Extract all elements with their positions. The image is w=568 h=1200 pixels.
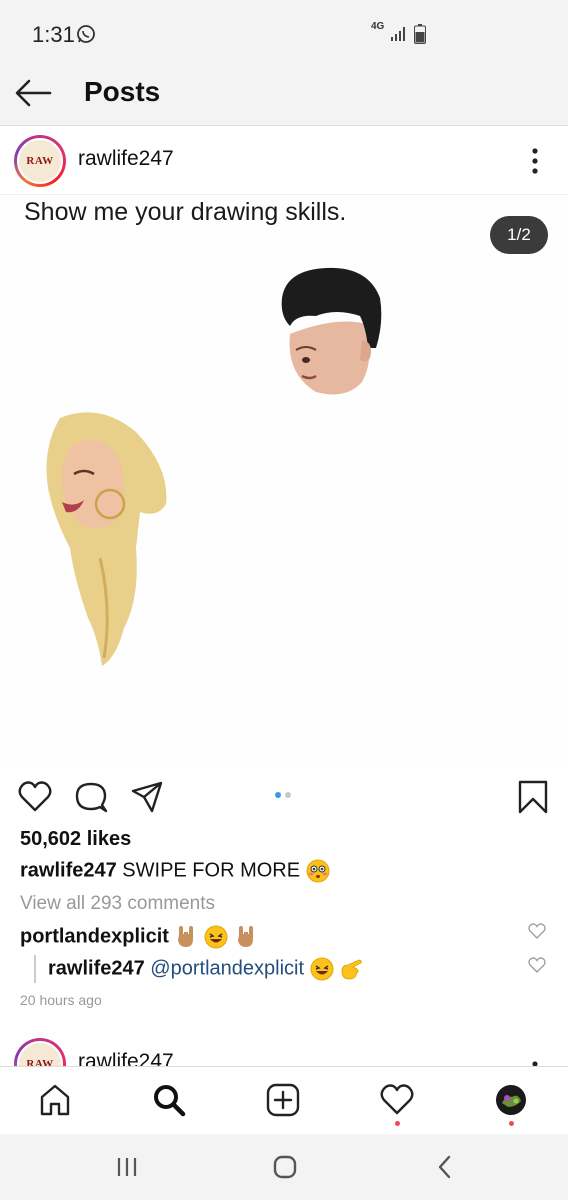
comment-icon[interactable]	[74, 780, 108, 814]
post-timestamp: 20 hours ago	[20, 992, 102, 1008]
back-button-icon[interactable]	[432, 1154, 458, 1180]
reply-thread-line	[34, 955, 36, 983]
activity-notification-dot	[395, 1121, 400, 1126]
pointing-hand-emoji	[341, 959, 362, 980]
add-post-icon[interactable]	[266, 1083, 300, 1117]
arrow-left-icon[interactable]	[14, 78, 52, 108]
next-post-avatar[interactable]: RAW	[14, 1038, 66, 1066]
like-heart-icon[interactable]	[18, 780, 52, 814]
image-caption: Show me your drawing skills.	[24, 198, 347, 226]
next-more-options-icon[interactable]	[526, 1050, 544, 1066]
post-image[interactable]: Show me your drawing skills. 1/2	[0, 196, 568, 762]
battery-icon	[414, 24, 426, 44]
network-type: 4G	[371, 21, 385, 32]
next-post-header: RAW rawlife247	[0, 1036, 568, 1066]
recent-apps-icon[interactable]	[114, 1154, 140, 1180]
comment-username[interactable]: portlandexplicit	[20, 925, 169, 947]
carousel-dots	[275, 792, 291, 798]
system-nav	[0, 1134, 568, 1200]
page-indicator-badge: 1/2	[490, 216, 548, 254]
avatar-logo: RAW	[17, 138, 63, 184]
screen: 1:31 4G Posts RAW rawlife247 Show me you…	[0, 0, 568, 1200]
status-bar: 1:31 4G	[0, 0, 568, 64]
share-icon[interactable]	[130, 780, 164, 814]
reply-username[interactable]: rawlife247	[48, 957, 145, 979]
rock-hand-emoji-2	[237, 926, 253, 947]
reply-like-heart-icon[interactable]	[528, 956, 546, 974]
page-title: Posts	[84, 76, 161, 107]
carousel-dot	[285, 792, 291, 798]
comment-item: portlandexplicit	[20, 925, 258, 949]
reply-mention[interactable]: @portlandexplicit	[150, 957, 304, 979]
signal-icon	[391, 27, 405, 41]
rock-hand-emoji	[178, 926, 194, 947]
post-caption: rawlife247 SWIPE FOR MORE	[20, 859, 330, 883]
man-head-figure	[281, 267, 382, 395]
woman-figure	[46, 412, 167, 666]
grinning-sweat-emoji-2	[310, 957, 334, 981]
next-avatar-logo: RAW	[17, 1041, 63, 1066]
bottom-nav	[0, 1066, 568, 1134]
caption-username[interactable]: rawlife247	[20, 859, 117, 881]
avatar[interactable]: RAW	[14, 135, 66, 187]
reply-comment-item: rawlife247 @portlandexplicit	[48, 957, 363, 981]
comment-like-heart-icon[interactable]	[528, 922, 546, 940]
post-username[interactable]: rawlife247	[78, 147, 174, 171]
top-bar: Posts	[0, 64, 568, 126]
more-options-icon[interactable]	[526, 143, 544, 179]
carousel-dot-active	[275, 792, 281, 798]
caption-text: SWIPE FOR MORE	[122, 859, 301, 882]
profile-notification-dot	[509, 1121, 514, 1126]
home-icon[interactable]	[38, 1083, 72, 1117]
post-header: RAW rawlife247	[0, 127, 568, 195]
likes-count[interactable]: 50,602 likes	[20, 828, 131, 851]
whatsapp-icon	[77, 25, 95, 43]
status-time: 1:31	[32, 22, 75, 47]
next-avatar-text: RAW	[26, 1058, 54, 1066]
bookmark-icon[interactable]	[516, 780, 550, 814]
view-all-comments-link[interactable]: View all 293 comments	[20, 893, 215, 915]
home-button-icon[interactable]	[272, 1154, 298, 1180]
search-icon[interactable]	[152, 1083, 186, 1117]
avatar-text: RAW	[26, 155, 54, 167]
next-post-username[interactable]: rawlife247	[78, 1050, 174, 1066]
profile-icon[interactable]	[494, 1083, 528, 1117]
activity-icon[interactable]	[380, 1083, 414, 1117]
flushed-face-emoji	[306, 859, 330, 883]
grinning-sweat-emoji	[204, 925, 228, 949]
